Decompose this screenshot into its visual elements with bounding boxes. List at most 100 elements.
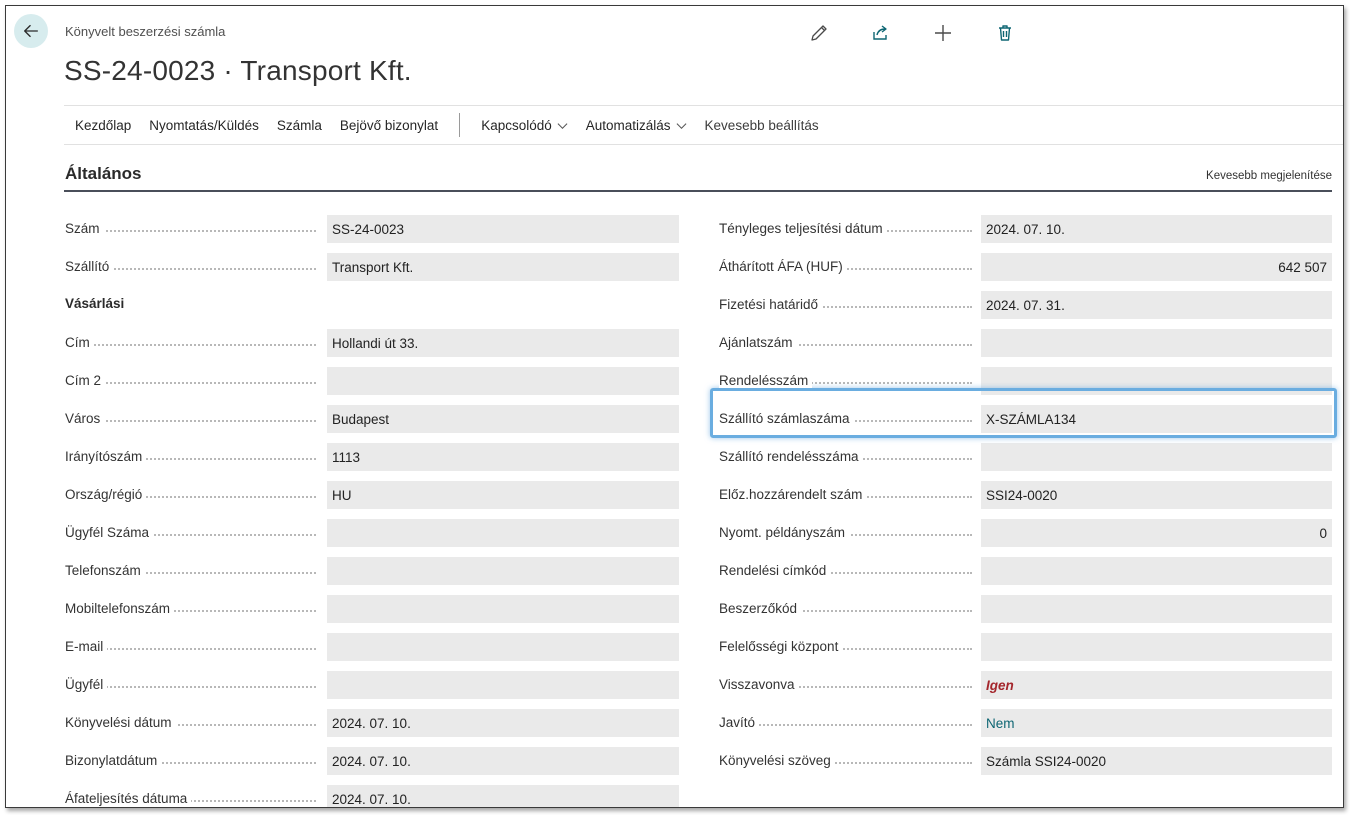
field-rendelesi-cimkod: Rendelési címkód <box>718 551 1332 589</box>
field-label: Fizetési határidő <box>719 297 823 312</box>
field-value[interactable]: X-SZÁMLA134 <box>981 405 1332 433</box>
subheading-label: Vásárlási <box>65 296 125 311</box>
field-label: Bizonylatdátum <box>65 753 162 768</box>
field-value[interactable] <box>327 367 679 395</box>
field-label: Könyvelési dátum <box>65 715 176 730</box>
field-value[interactable]: Budapest <box>327 405 679 433</box>
field-value[interactable]: Hollandi út 33. <box>327 329 679 357</box>
menu-kapcsolodo[interactable]: Kapcsolódó <box>472 118 577 133</box>
right-field-column: Tényleges teljesítési dátum 2024. 07. 10… <box>718 209 1332 779</box>
field-value[interactable] <box>981 595 1332 623</box>
chevron-down-icon <box>557 122 568 129</box>
field-szallito: Szállító Transport Kft. <box>64 247 679 285</box>
field-value[interactable]: Transport Kft. <box>327 253 679 281</box>
add-icon[interactable] <box>930 20 956 46</box>
action-toolbar <box>806 20 1054 46</box>
field-value[interactable]: 2024. 07. 10. <box>981 215 1332 243</box>
field-value[interactable]: 2024. 07. 10. <box>327 709 679 737</box>
field-teljesitesi-datum: Tényleges teljesítési dátum 2024. 07. 10… <box>718 209 1332 247</box>
field-label: Szállító számlaszáma <box>719 411 854 426</box>
field-ugyfel-szama: Ügyfél Száma <box>64 513 679 551</box>
field-value[interactable]: Nem <box>981 709 1332 737</box>
field-rendelesszam: Rendelésszám <box>718 361 1332 399</box>
field-label: Irányítószám <box>65 449 147 464</box>
field-label: E-mail <box>65 639 108 654</box>
page-title: SS-24-0023 · Transport Kft. <box>64 55 412 86</box>
field-value[interactable] <box>327 519 679 547</box>
field-value[interactable] <box>981 329 1332 357</box>
field-value[interactable] <box>327 671 679 699</box>
show-less-link[interactable]: Kevesebb megjelenítése <box>1206 170 1332 182</box>
field-felelossegi-kozpont: Felelősségi központ <box>718 627 1332 665</box>
field-label: Beszerzőkód <box>719 601 802 616</box>
field-value[interactable]: Számla SSI24-0020 <box>981 747 1332 775</box>
edit-icon[interactable] <box>806 20 832 46</box>
menu-kezdolap[interactable]: Kezdőlap <box>66 118 140 133</box>
menu-bejovo-bizonylat[interactable]: Bejövő bizonylat <box>331 118 447 133</box>
field-label: Áthárított ÁFA (HUF) <box>719 259 847 274</box>
field-cim2: Cím 2 <box>64 361 679 399</box>
subheading-vasarlasi: Vásárlási <box>64 285 679 323</box>
page-frame: Könyvelt beszerzési számla SS-24-0023 · … <box>5 5 1344 808</box>
field-label: Szám <box>65 221 104 236</box>
field-label: Előz.hozzárendelt szám <box>719 487 867 502</box>
menu-automatizalas-label: Automatizálás <box>585 117 671 133</box>
field-value[interactable]: 2024. 07. 31. <box>981 291 1332 319</box>
field-value[interactable]: 0 <box>981 519 1332 547</box>
field-konyvelesi-datum: Könyvelési dátum 2024. 07. 10. <box>64 703 679 741</box>
delete-icon[interactable] <box>992 20 1018 46</box>
field-label: Ügyfél <box>65 677 108 692</box>
field-label: Rendelési címkód <box>719 563 831 578</box>
menu-fewer-options[interactable]: Kevesebb beállítás <box>696 118 828 133</box>
menu-nyomtatas-kuldes[interactable]: Nyomtatás/Küldés <box>140 118 268 133</box>
field-telefonszam: Telefonszám <box>64 551 679 589</box>
field-konyvelesi-szoveg: Könyvelési szöveg Számla SSI24-0020 <box>718 741 1332 779</box>
share-icon[interactable] <box>868 20 894 46</box>
field-value[interactable]: 2024. 07. 10. <box>327 747 679 775</box>
field-label: Mobiltelefonszám <box>65 601 175 616</box>
field-value[interactable]: SS-24-0023 <box>327 215 679 243</box>
field-label: Telefonszám <box>65 563 145 578</box>
field-label: Ügyfél Száma <box>65 525 154 540</box>
field-email: E-mail <box>64 627 679 665</box>
field-label: Tényleges teljesítési dátum <box>719 221 887 236</box>
field-value[interactable] <box>981 633 1332 661</box>
field-value[interactable] <box>327 595 679 623</box>
back-button[interactable] <box>14 14 48 48</box>
section-title[interactable]: Általános <box>65 164 142 184</box>
field-szam: Szám SS-24-0023 <box>64 209 679 247</box>
arrow-left-icon <box>24 24 38 38</box>
field-value[interactable] <box>981 367 1332 395</box>
field-ajanlatszam: Ajánlatszám <box>718 323 1332 361</box>
menu-divider <box>459 113 461 137</box>
field-value[interactable]: 2024. 07. 10. <box>327 785 679 807</box>
field-nyomt-peldanyszam: Nyomt. példányszám 0 <box>718 513 1332 551</box>
field-value[interactable]: Igen <box>981 671 1332 699</box>
field-value[interactable]: 1113 <box>327 443 679 471</box>
field-value[interactable] <box>981 557 1332 585</box>
field-value[interactable]: SSI24-0020 <box>981 481 1332 509</box>
action-menu-bar: Kezdőlap Nyomtatás/Küldés Számla Bejövő … <box>64 105 1343 145</box>
menu-automatizalas[interactable]: Automatizálás <box>577 118 696 133</box>
field-label: Nyomt. példányszám <box>719 525 850 540</box>
field-mobiltelefonszam: Mobiltelefonszám <box>64 589 679 627</box>
field-value[interactable]: HU <box>327 481 679 509</box>
menu-kapcsolodo-label: Kapcsolódó <box>481 117 552 133</box>
field-value[interactable] <box>981 443 1332 471</box>
field-atharitott-afa: Áthárított ÁFA (HUF) 642 507 <box>718 247 1332 285</box>
section-header-general: Általános Kevesebb megjelenítése <box>64 162 1332 192</box>
field-bizonylatdatum: Bizonylatdátum 2024. 07. 10. <box>64 741 679 779</box>
field-label: Szállító rendelésszáma <box>719 449 863 464</box>
menu-szamla[interactable]: Számla <box>268 118 331 133</box>
field-value[interactable] <box>327 633 679 661</box>
field-label: Javító <box>719 715 760 730</box>
field-value[interactable]: 642 507 <box>981 253 1332 281</box>
field-label: Város <box>65 411 105 426</box>
field-label: Szállító <box>65 259 114 274</box>
field-javito: Javító Nem <box>718 703 1332 741</box>
field-beszerzokod: Beszerzőkód <box>718 589 1332 627</box>
field-value[interactable] <box>327 557 679 585</box>
field-iranyitoszam: Irányítószám 1113 <box>64 437 679 475</box>
field-label: Rendelésszám <box>719 373 813 388</box>
field-label: Áfateljesítés dátuma <box>65 791 192 806</box>
